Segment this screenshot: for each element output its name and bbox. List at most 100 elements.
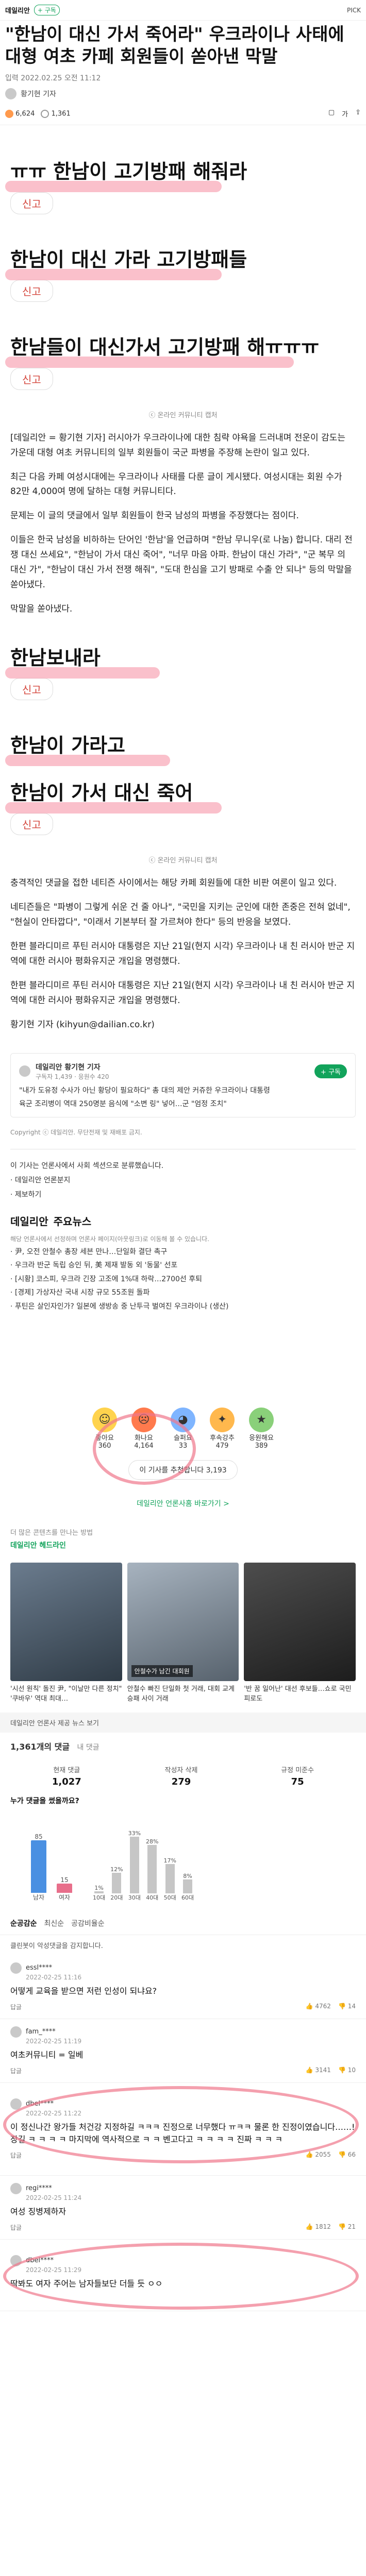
reply-button[interactable]: 답글 [10,2223,22,2232]
reporter-card-name[interactable]: 데일리안 황기현 기자 [36,1062,109,1072]
user-avatar [10,2026,22,2038]
age-value: 33% [128,1829,141,1837]
reporter-name[interactable]: 황기현 기자 [21,89,56,99]
age-col: 28% 40대 [146,1838,158,1901]
news-title: 주요뉴스 [53,1215,92,1228]
brand-logo[interactable]: 데일리안 [5,5,30,15]
related-link[interactable]: 육군 조리병이 역대 250명분 음식에 "소변 링" 넣어…군 "엄정 조치" [19,1098,347,1109]
main-news-list: 해당 언론사에서 선정하며 언론사 페이지(아웃링크)로 이동해 볼 수 있습니… [0,1230,366,1317]
user-avatar [10,2255,22,2266]
age-bar [129,1836,139,1893]
comment-item: dbel**** 2022-02-25 11:29 딱봐도 여자 주어는 남자들… [0,2240,366,2311]
headline-image [244,1562,356,1681]
press-home-link[interactable]: 데일리안 언론사홈 바로가기 > [0,1488,366,1519]
comment-time: 2022-02-25 11:29 [26,2266,82,2274]
reply-button[interactable]: 답글 [10,2003,22,2011]
stat-deleted: 작성자 삭제 279 [164,1766,198,1787]
sort-tab-latest[interactable]: 최신순 [44,1918,64,1928]
like-count[interactable]: 6,624 [5,109,35,118]
paragraph: 한편 블라디미르 푸틴 러시아 대통령은 지난 21일(현지 시각) 우크라이나… [10,980,355,1006]
bookmark-icon[interactable]: ▢ [328,109,335,118]
captured-comment: 한남이 대신 가라 고기방패들 신고 [0,239,366,312]
report-button: 신고 [10,280,53,302]
news-brand[interactable]: 데일리안 [10,1213,48,1228]
headline-card[interactable]: 안철수가 남긴 대회원 안철수 빠진 단일화 첫 거래, 대회 교계 승패 사이… [127,1562,239,1704]
age-bar [147,1845,157,1893]
headline-brand[interactable]: 데일리안 헤드라인 [10,1540,356,1550]
news-item[interactable]: · [시황] 코스피, 우크라 긴장 고조에 1%대 하락…2700선 후퇴 [10,1273,356,1286]
paragraph: [데일리안 = 황기현 기자] 러시아가 우크라이나에 대한 침략 야욕을 드러… [10,432,345,458]
gender-label: 여자 [58,1893,71,1901]
downvote-button[interactable]: 👎 21 [338,2223,356,2232]
report-button: 신고 [10,367,53,390]
pick-label: PICK [346,6,361,14]
who-wrote-title: 누가 댓글을 썼을까요? [10,1797,79,1805]
comment-text: 이 정신나간 왕가들 처건강 지정하길 ㅋㅋㅋ 진정으로 너무했다 ㅠㅋㅋ 물론… [10,2122,355,2144]
stat-current: 현재 댓글 1,027 [52,1766,81,1787]
article-date: 입력 2022.02.25 오전 11:12 [5,74,101,82]
reply-button[interactable]: 답글 [10,2066,22,2075]
comment-user: regi**** [10,2182,356,2194]
reaction-follow-up[interactable]: ✦ 후속강추 479 [210,1407,235,1450]
reporter-card-stats: 구독자 1,439 · 응원수 420 [36,1073,109,1080]
news-item[interactable]: · 尹, 오전 안철수 총장 세븐 만나…단일화 결단 촉구 [10,1245,356,1259]
downvote-button[interactable]: 👎 66 [338,2151,356,2160]
news-item[interactable]: · 우크라 반군 독립 승인 뒤, 美 제재 발동 외 '동물' 선포 [10,1259,356,1273]
age-bar [183,1879,192,1893]
sort-tab-sympathy[interactable]: 순공감순 [10,1918,37,1928]
section-note: 이 기사는 언론사에서 사회 섹션으로 분류했습니다. [10,1161,164,1170]
headline-card[interactable]: '시선 원칙' 돌진 尹, "이날만 다른 정치" '쿠바우' 역대 최대… [10,1562,122,1704]
footer-links: 이 기사는 언론사에서 사회 섹션으로 분류했습니다. · 데일리안 언론분지 … [0,1156,366,1205]
headline-title: '시선 원칙' 돌진 尹, "이날만 다른 정치" '쿠바우' 역대 최대… [10,1685,122,1703]
page: 데일리안 + 구독 PICK "한남이 대신 가서 죽어라" 우크라이나 사태에… [0,0,366,2311]
emoji-icon [5,109,13,118]
age-value: 8% [183,1872,192,1879]
news-item[interactable]: · 푸틴은 살인자인가? 일본에 생방송 중 난투극 벌여진 우크라이나 (생산… [10,1300,356,1314]
upvote-button[interactable]: 👍 2055 [306,2151,331,2160]
captured-comment: 한남이 가서 대신 죽어 신고 [0,772,366,845]
font-size-icon[interactable]: 가 [342,109,348,118]
comment-time: 2022-02-25 11:16 [26,1973,82,1981]
news-item[interactable]: · [경제] 가상자산 국내 시장 규모 55조원 돌파 [10,1286,356,1300]
report-button: 신고 [10,192,53,214]
upvote-button[interactable]: 👍 1812 [306,2223,331,2232]
headline-card[interactable]: '반 꿈 일어난' 대선 후보들…쇼로 국민 피로도 [244,1562,356,1704]
headline-title: '반 꿈 일어난' 대선 후보들…쇼로 국민 피로도 [244,1685,352,1703]
age-value: 28% [146,1838,159,1845]
gender-value: 15 [60,1876,69,1884]
downvote-button[interactable]: 👎 14 [338,2003,356,2011]
share-icon[interactable]: ⇪ [355,109,361,118]
press-link[interactable]: · 데일리안 언론분지 [10,1173,356,1188]
my-comments-link[interactable]: 내 댓글 [77,1743,99,1752]
comment-count[interactable]: 1,361 [41,109,71,118]
comment-item: essl**** 2022-02-25 11:16 어떻게 교육을 받으면 저런… [0,1955,366,2019]
sort-tab-ratio[interactable]: 공감비율순 [71,1918,104,1928]
article-title: "한남이 대신 가서 죽어라" 우크라이나 사태에 대형 여초 카페 회원들이 … [5,24,344,67]
age-value: 1% [94,1885,104,1892]
subscribe-button[interactable]: + 구독 [34,5,60,15]
comment-actions: 답글 👍 1812 👎 21 [10,2223,356,2232]
reply-button[interactable]: 답글 [10,2151,22,2160]
comment-item: regi**** 2022-02-25 11:24 여성 징병제하자 답글 👍 … [0,2176,366,2240]
reporter-subscribe-button[interactable]: + 구독 [314,1064,347,1078]
comment-total: 1,361개의 댓글 [10,1741,70,1752]
copyright: Copyright ⓒ 데일리안. 무단전재 및 재배포 금지. [10,1128,142,1136]
press-bar[interactable]: 데일리안 언론사 제공 뉴스 보기 [0,1712,366,1733]
age-col: 1% 10대 [93,1885,105,1901]
related-link[interactable]: "내가 도유정 수사가 아닌 황당이 필요하다" 총 대의 제안 커쥬한 우크라… [19,1085,347,1095]
screenshot-block-2: 한남보내라 신고 한남이 가라고 한남이 가서 대신 죽어 신고 [0,632,366,850]
follow-up-icon: ✦ [210,1407,235,1432]
gender-value: 85 [35,1833,43,1840]
comment-icon [41,109,49,118]
highlight-circle [3,2242,359,2310]
downvote-button[interactable]: 👎 10 [338,2066,356,2075]
age-chart: 1% 10대 12% 20대 33% 30대 28% 40대 17% 50대 8% 60대 [93,1819,194,1902]
gender-chart: 85 남자 15 여자 [31,1833,72,1902]
age-label: 10대 [93,1894,106,1901]
report-link[interactable]: · 제보하기 [10,1188,356,1202]
upvote-button[interactable]: 👍 3141 [306,2066,331,2075]
reaction-cheer[interactable]: ★ 응원해요 389 [249,1407,274,1450]
comment-actions: 답글 👍 3141 👎 10 [10,2066,356,2075]
upvote-button[interactable]: 👍 4762 [306,2003,331,2011]
user-avatar [10,1962,22,1974]
